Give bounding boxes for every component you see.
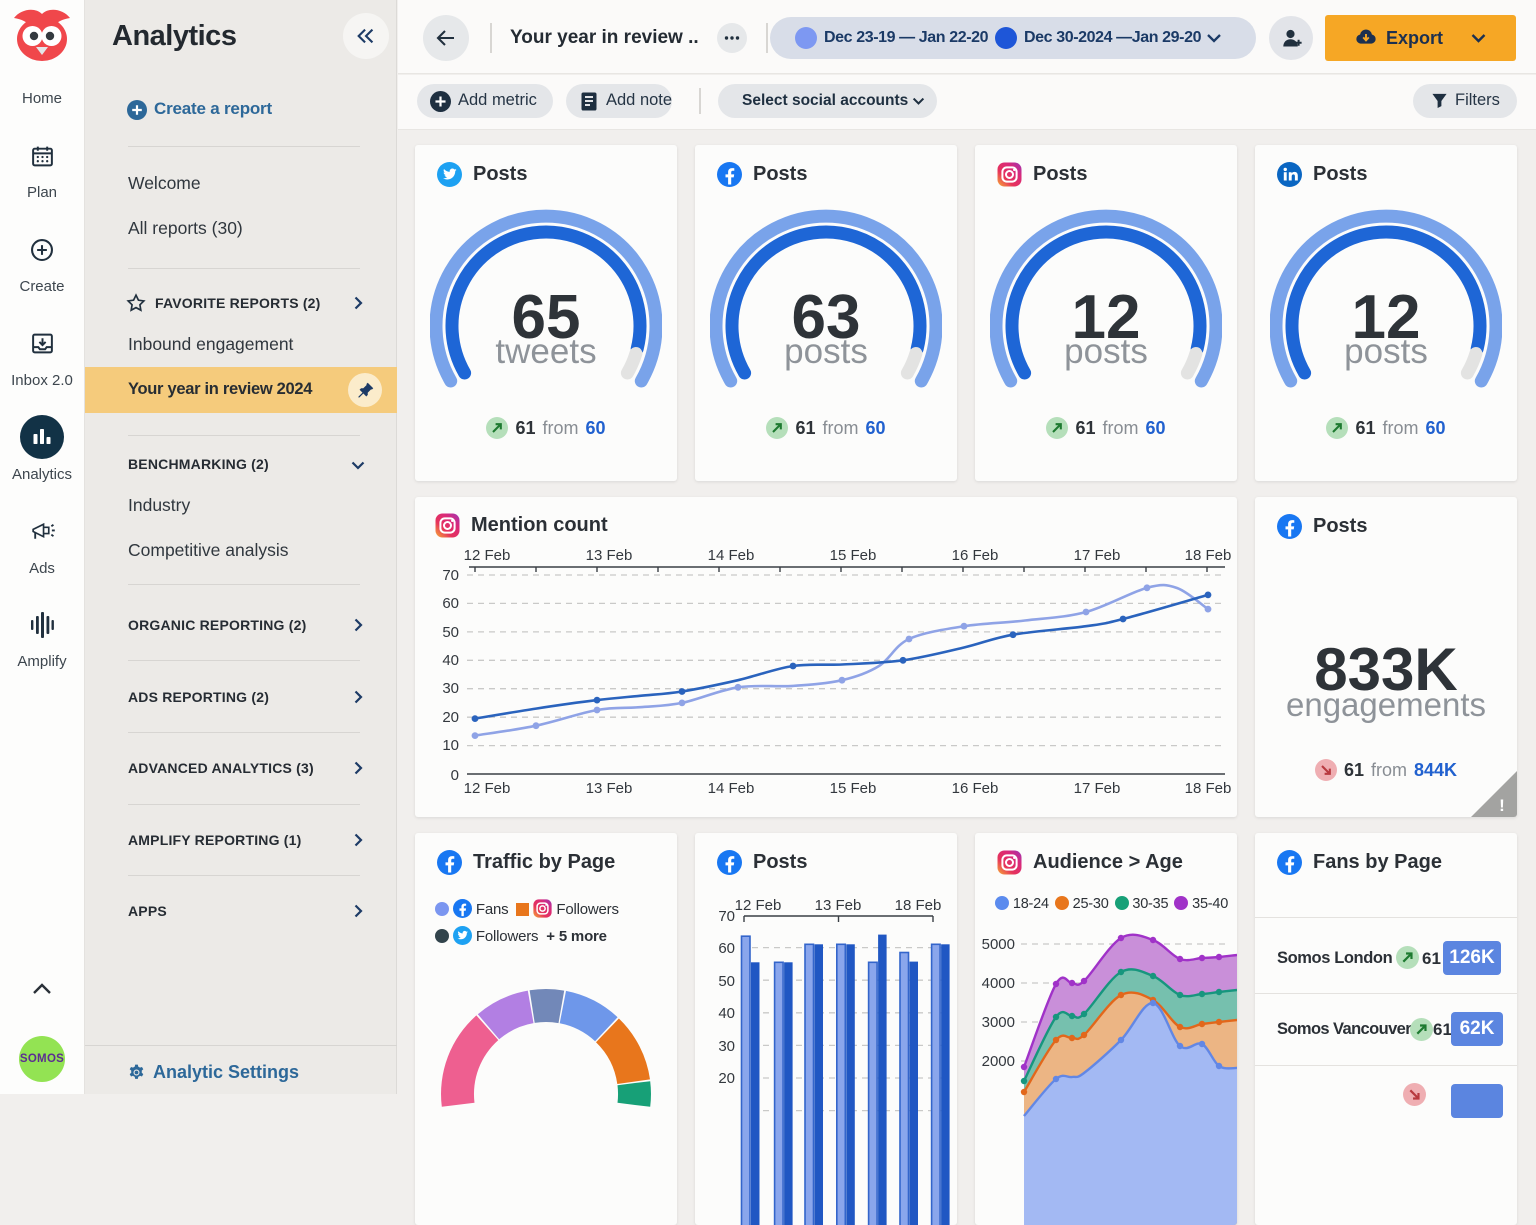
svg-text:12 Feb: 12 Feb (464, 547, 511, 564)
svg-text:3000: 3000 (982, 1014, 1015, 1031)
svg-text:13 Feb: 13 Feb (586, 780, 633, 797)
svg-text:70: 70 (442, 567, 459, 584)
svg-text:13 Feb: 13 Feb (815, 897, 862, 914)
svg-text:18 Feb: 18 Feb (895, 897, 942, 914)
svg-text:17 Feb: 17 Feb (1074, 547, 1121, 564)
svg-text:20: 20 (442, 709, 459, 726)
svg-text:50: 50 (442, 624, 459, 641)
svg-text:12 Feb: 12 Feb (464, 780, 511, 797)
svg-text:12 Feb: 12 Feb (735, 897, 782, 914)
svg-text:5000: 5000 (982, 936, 1015, 953)
svg-text:60: 60 (718, 940, 735, 957)
svg-text:14 Feb: 14 Feb (708, 547, 755, 564)
svg-text:2000: 2000 (982, 1053, 1015, 1070)
svg-text:0: 0 (451, 767, 459, 784)
svg-text:18 Feb: 18 Feb (1185, 780, 1232, 797)
svg-text:15 Feb: 15 Feb (830, 547, 877, 564)
svg-text:17 Feb: 17 Feb (1074, 780, 1121, 797)
svg-text:13 Feb: 13 Feb (586, 547, 633, 564)
svg-text:30: 30 (442, 680, 459, 697)
svg-text:18 Feb: 18 Feb (1185, 547, 1232, 564)
svg-text:40: 40 (718, 1005, 735, 1022)
svg-text:70: 70 (718, 908, 735, 925)
svg-text:40: 40 (442, 652, 459, 669)
svg-text:10: 10 (442, 737, 459, 754)
svg-text:60: 60 (442, 595, 459, 612)
svg-text:16 Feb: 16 Feb (952, 547, 999, 564)
svg-text:50: 50 (718, 973, 735, 990)
svg-text:14 Feb: 14 Feb (708, 780, 755, 797)
svg-text:4000: 4000 (982, 975, 1015, 992)
svg-text:30: 30 (718, 1038, 735, 1055)
svg-text:20: 20 (718, 1070, 735, 1087)
svg-text:!: ! (1499, 796, 1505, 815)
svg-text:15 Feb: 15 Feb (830, 780, 877, 797)
svg-text:16 Feb: 16 Feb (952, 780, 999, 797)
